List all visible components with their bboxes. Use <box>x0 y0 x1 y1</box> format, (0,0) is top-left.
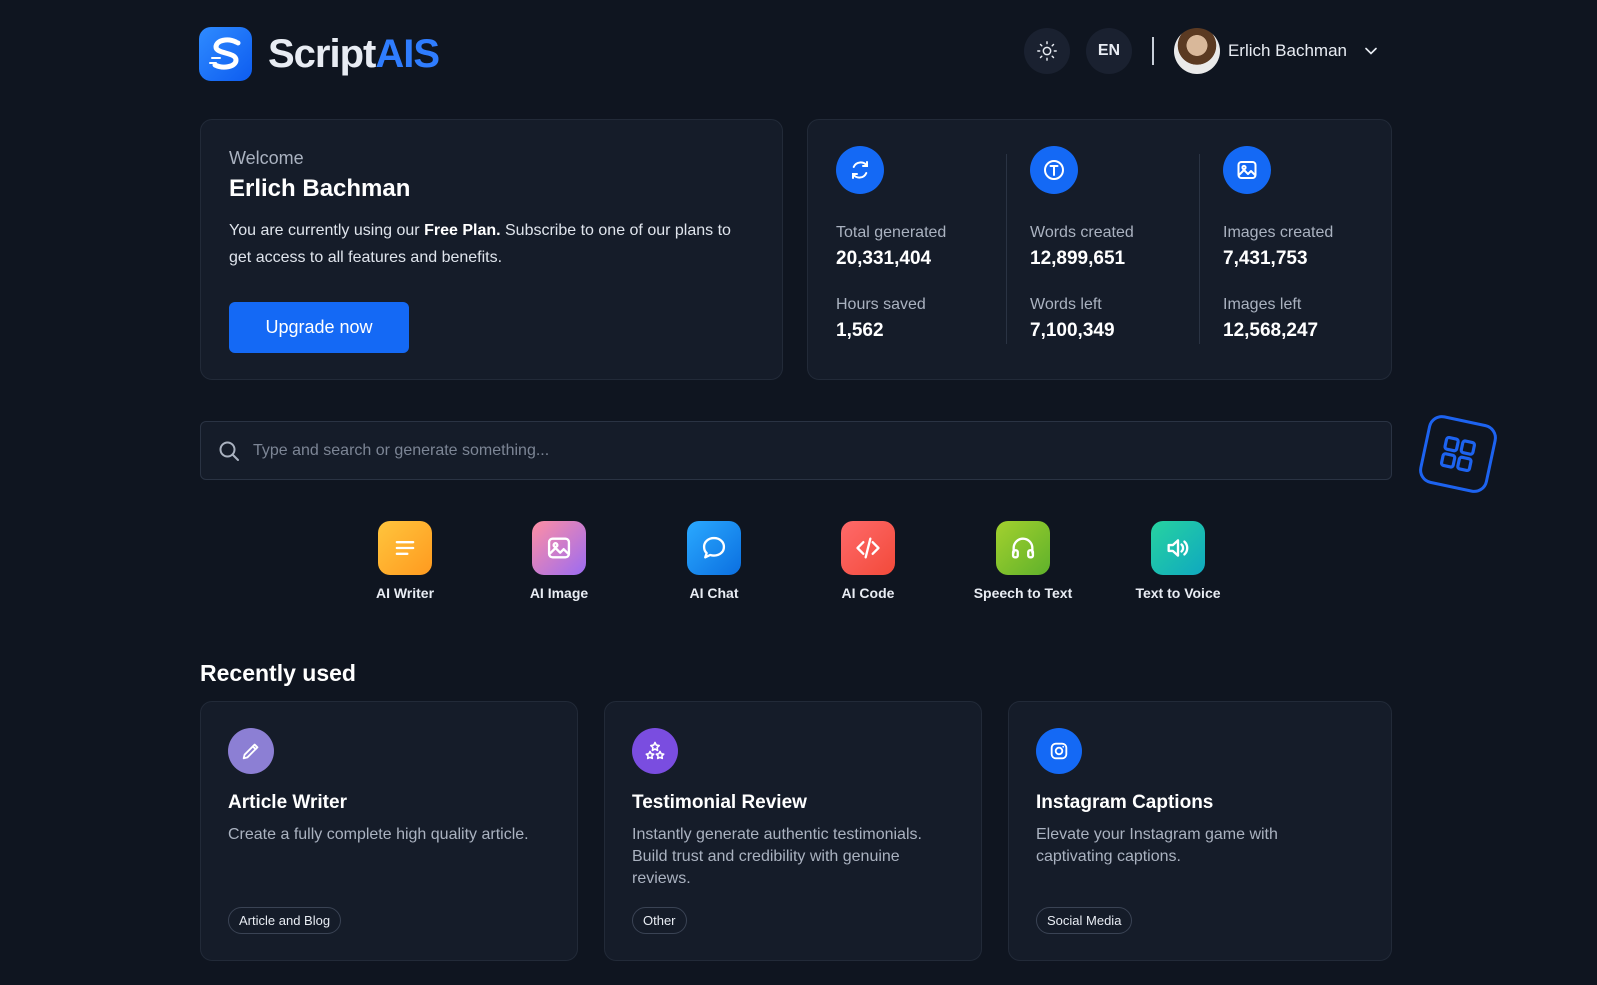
tool-text-to-voice[interactable]: Text to Voice <box>1108 521 1248 601</box>
plan-desc-prefix: You are currently using our <box>229 222 425 239</box>
pencil-icon <box>228 728 274 774</box>
recent-card-testimonial-review[interactable]: Testimonial Review Instantly generate au… <box>604 701 982 961</box>
stat-value: 20,331,404 <box>836 248 932 269</box>
brand-name-main: Script <box>268 31 376 76</box>
recent-card-description: Instantly generate authentic testimonial… <box>632 826 922 887</box>
code-icon <box>841 521 895 575</box>
search-bar <box>200 421 1392 480</box>
stars-icon <box>632 728 678 774</box>
stat-label: Total generated <box>836 224 947 241</box>
image-icon <box>1223 146 1271 194</box>
tool-label: AI Image <box>529 585 589 601</box>
tool-speech-to-text[interactable]: Speech to Text <box>953 521 1093 601</box>
header-actions: EN Erlich Bachman <box>1023 28 1381 74</box>
tool-ai-writer[interactable]: AI Writer <box>335 521 475 601</box>
chevron-down-icon <box>1365 47 1377 55</box>
tool-ai-code[interactable]: AI Code <box>798 521 938 601</box>
recent-card-title: Testimonial Review <box>632 792 807 813</box>
stat-value: 12,568,247 <box>1223 320 1319 341</box>
recent-card-instagram-captions[interactable]: Instagram Captions Elevate your Instagra… <box>1008 701 1392 961</box>
recent-card-description: Elevate your Instagram game with captiva… <box>1036 826 1278 865</box>
stat-label: Words created <box>1030 224 1134 241</box>
upgrade-now-button[interactable]: Upgrade now <box>229 302 409 353</box>
recent-card-title: Article Writer <box>228 792 347 813</box>
recently-used-title: Recently used <box>200 660 356 686</box>
tool-ai-image[interactable]: AI Image <box>489 521 629 601</box>
recent-card-description: Create a fully complete high quality art… <box>228 826 529 843</box>
image-icon <box>532 521 586 575</box>
tool-label: AI Chat <box>689 585 739 601</box>
recent-card-title: Instagram Captions <box>1036 792 1214 813</box>
language-button[interactable]: EN <box>1085 28 1132 74</box>
theme-toggle-button[interactable] <box>1023 28 1070 74</box>
plan-description: You are currently using our Free Plan. S… <box>229 217 749 271</box>
instagram-icon <box>1036 728 1082 774</box>
text-icon <box>1030 146 1078 194</box>
stat-value: 12,899,651 <box>1030 248 1126 269</box>
stat-column-images: Images created 7,431,753 Images left 12,… <box>1223 146 1403 342</box>
headphones-icon <box>996 521 1050 575</box>
stat-column-words: Words created 12,899,651 Words left 7,10… <box>1030 146 1210 342</box>
brand-name: ScriptAIS <box>268 31 440 77</box>
stats-card: Total generated 20,331,404 Hours saved 1… <box>807 119 1392 380</box>
lines-icon <box>378 521 432 575</box>
search-input[interactable] <box>253 441 1391 460</box>
header-divider <box>1151 37 1154 65</box>
chat-bubble-icon <box>687 521 741 575</box>
stat-divider <box>1006 154 1007 344</box>
welcome-name: Erlich Bachman <box>229 175 411 202</box>
sun-icon <box>1037 41 1057 61</box>
plan-name: Free Plan. <box>424 222 501 239</box>
brand-logo[interactable]: ScriptAIS <box>199 27 440 81</box>
category-tag[interactable]: Social Media <box>1036 907 1133 934</box>
user-menu[interactable]: Erlich Bachman <box>1173 28 1381 74</box>
stat-column-generated: Total generated 20,331,404 Hours saved 1… <box>836 146 1016 342</box>
stat-value: 7,100,349 <box>1030 320 1115 341</box>
speaker-icon <box>1151 521 1205 575</box>
apps-grid-button[interactable] <box>1416 412 1500 496</box>
dashboard-page: ScriptAIS EN Erlich Bachman Welcome Erli… <box>0 0 1597 985</box>
stat-value: 1,562 <box>836 320 884 341</box>
brand-name-accent: AIS <box>375 31 440 76</box>
stat-label: Images left <box>1223 296 1302 313</box>
tool-label: Text to Voice <box>1135 585 1221 601</box>
user-name: Erlich Bachman <box>1227 41 1347 60</box>
welcome-greeting: Welcome <box>229 148 304 168</box>
refresh-icon <box>836 146 884 194</box>
stat-divider <box>1199 154 1200 344</box>
recent-card-article-writer[interactable]: Article Writer Create a fully complete h… <box>200 701 578 961</box>
category-tag[interactable]: Other <box>632 907 687 934</box>
stat-value: 7,431,753 <box>1223 248 1308 269</box>
tool-label: AI Writer <box>375 585 435 601</box>
tool-ai-chat[interactable]: AI Chat <box>644 521 784 601</box>
stat-label: Hours saved <box>836 296 926 313</box>
stat-label: Words left <box>1030 296 1102 313</box>
avatar <box>1173 28 1220 74</box>
category-tag[interactable]: Article and Blog <box>228 907 342 934</box>
tool-label: Speech to Text <box>973 585 1073 601</box>
tool-label: AI Code <box>841 585 895 601</box>
logo-mark-icon <box>199 27 252 81</box>
grid-icon <box>1439 435 1477 473</box>
search-icon <box>219 441 239 461</box>
stat-label: Images created <box>1223 224 1334 241</box>
welcome-card: Welcome Erlich Bachman You are currently… <box>200 119 783 380</box>
